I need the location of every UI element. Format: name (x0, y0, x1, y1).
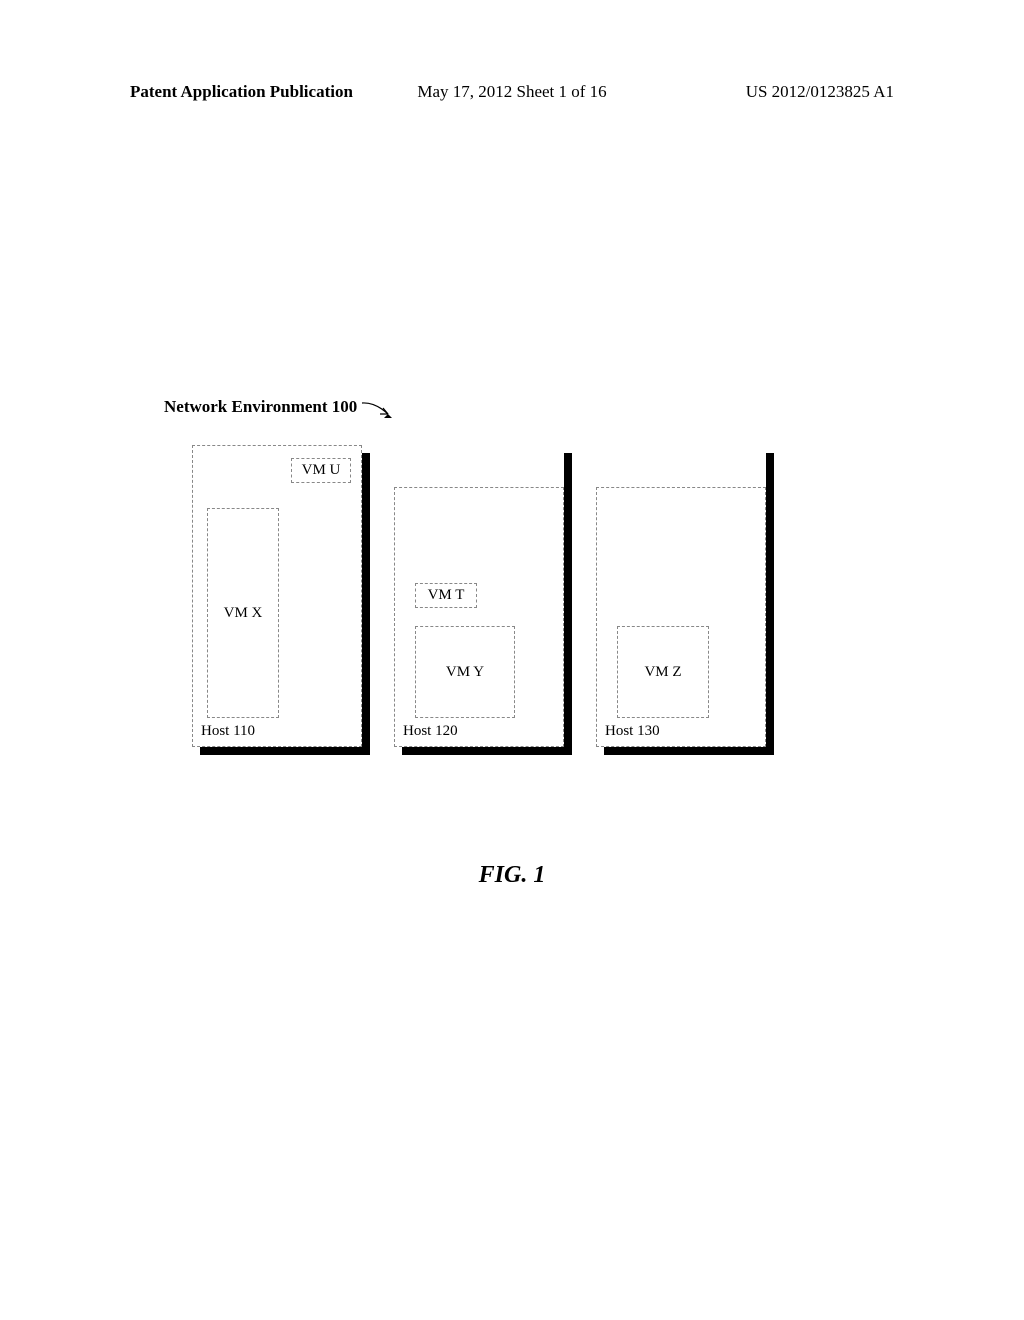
host-label: Host 120 (403, 723, 458, 740)
vm-z-box: VM Z (617, 626, 709, 718)
page-header: Patent Application Publication May 17, 2… (0, 82, 1024, 102)
box-shadow (362, 453, 370, 755)
host-130-box: VM Z Host 130 (596, 487, 766, 747)
leader-arrow-icon (360, 400, 400, 427)
vm-u-box: VM U (291, 458, 351, 483)
host-label: Host 130 (605, 723, 660, 740)
vm-t-box: VM T (415, 583, 477, 608)
host-label: Host 110 (201, 723, 255, 740)
host-130-wrapper: VM Z Host 130 (596, 445, 766, 747)
vm-label: VM Z (644, 664, 681, 681)
network-diagram: VM U VM X Host 110 VM T VM Y Host 120 VM… (192, 445, 766, 747)
header-date-sheet: May 17, 2012 Sheet 1 of 16 (417, 82, 606, 102)
header-publication-number: US 2012/0123825 A1 (746, 82, 894, 102)
box-shadow (604, 747, 774, 755)
vm-label: VM X (224, 605, 263, 622)
host-120-box: VM T VM Y Host 120 (394, 487, 564, 747)
vm-label: VM Y (446, 664, 484, 681)
vm-x-box: VM X (207, 508, 279, 718)
box-shadow (200, 747, 370, 755)
vm-label: VM T (428, 587, 465, 604)
box-shadow (402, 747, 572, 755)
host-110-box: VM U VM X Host 110 (192, 445, 362, 747)
header-publication-type: Patent Application Publication (130, 82, 353, 102)
figure-label: FIG. 1 (479, 862, 546, 889)
box-shadow (766, 453, 774, 755)
host-110-wrapper: VM U VM X Host 110 (192, 445, 362, 747)
vm-label: VM U (302, 462, 341, 479)
environment-label: Network Environment 100 (164, 397, 357, 417)
host-120-wrapper: VM T VM Y Host 120 (394, 445, 564, 747)
vm-y-box: VM Y (415, 626, 515, 718)
box-shadow (564, 453, 572, 755)
